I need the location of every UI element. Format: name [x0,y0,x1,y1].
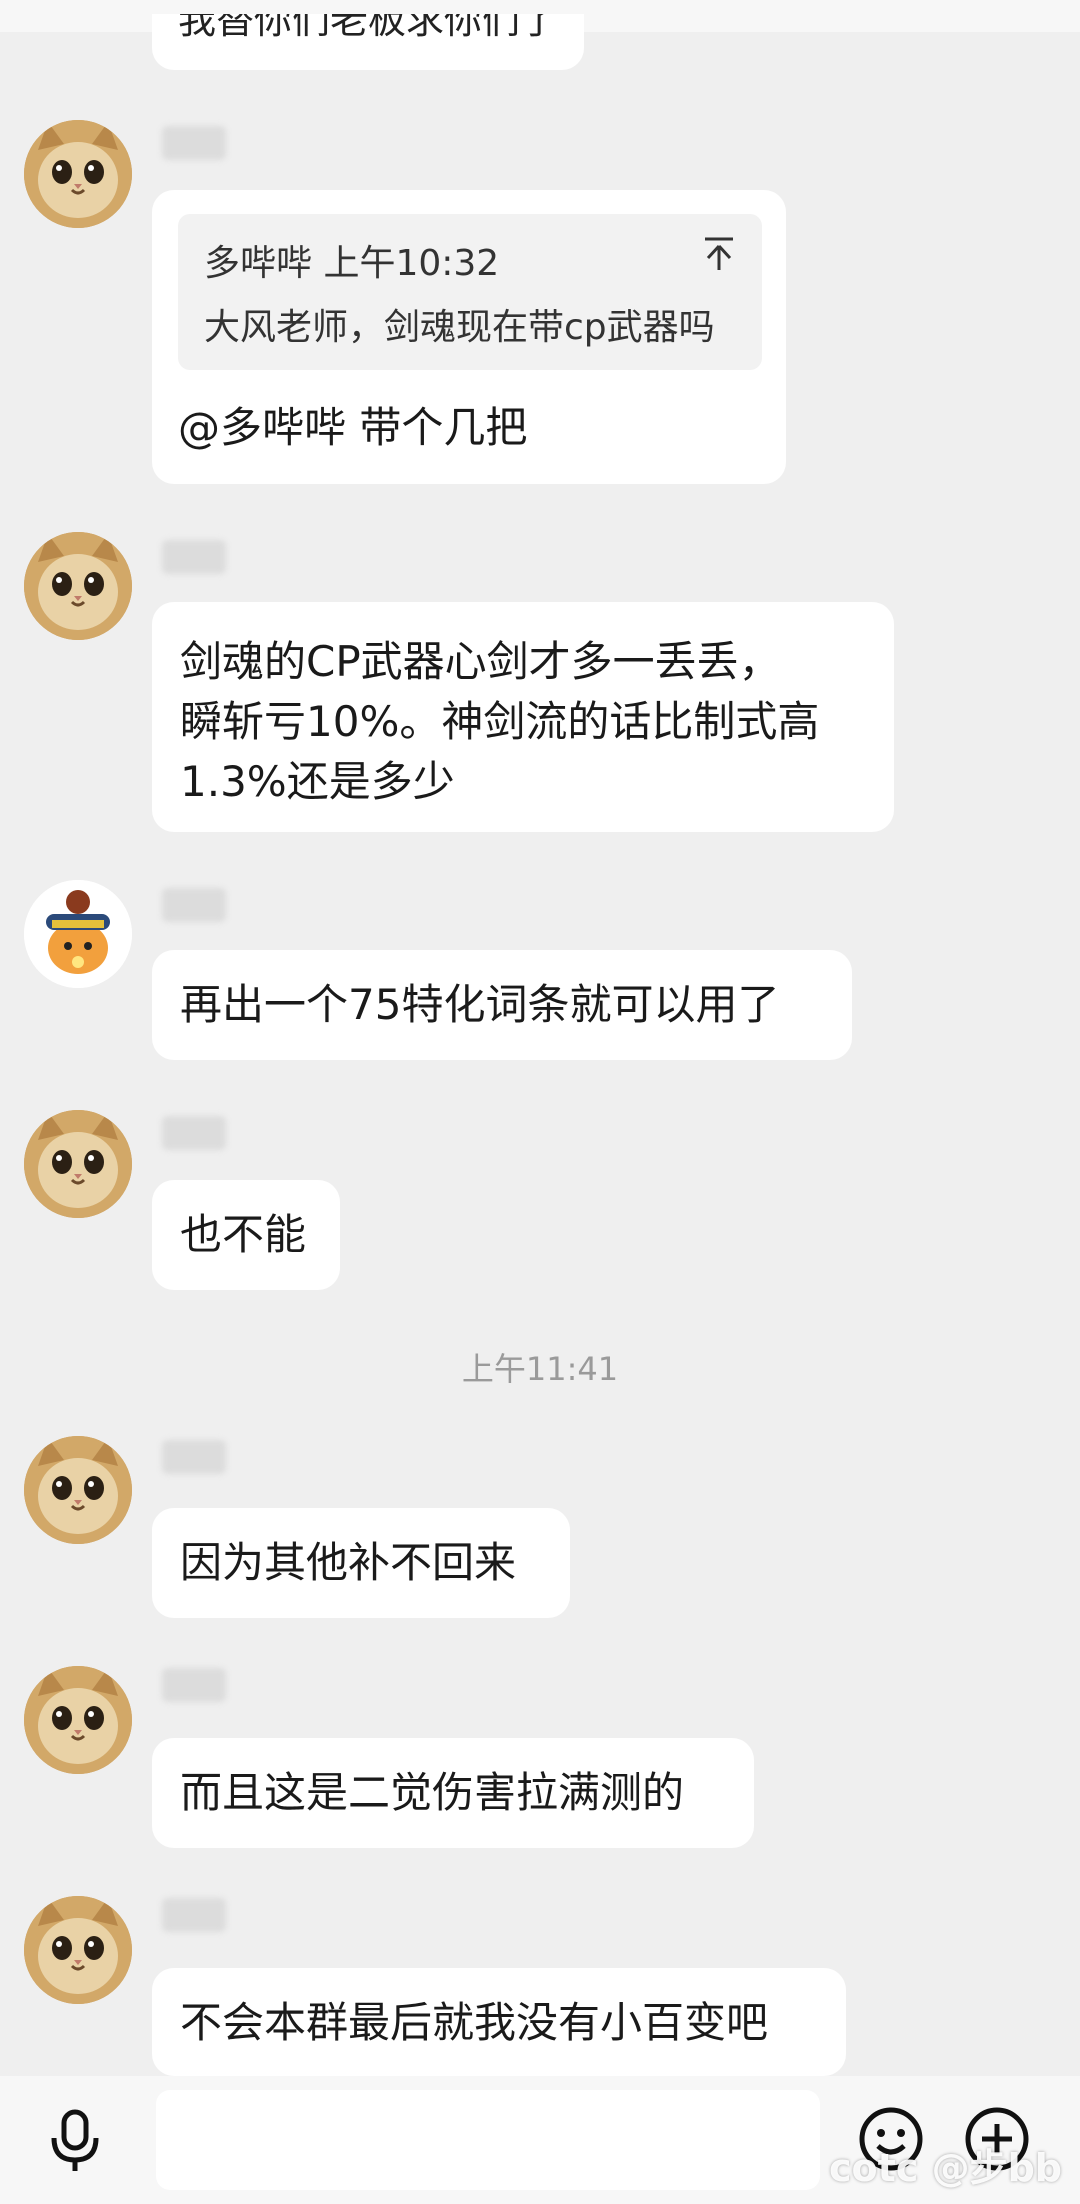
reply-text: @多哔哔 带个几把 [178,398,527,458]
message-bubble[interactable]: 也不能 [152,1180,340,1290]
message-text: 再出一个75特化词条就可以用了 [180,980,780,1029]
sender-name-blurred [162,126,226,160]
message-line: 1.3%还是多少 [180,757,455,806]
sender-name-blurred [162,1440,226,1474]
avatar-cat[interactable] [24,1896,132,2004]
cut-off-message-bubble[interactable]: 我替你们老板求你们了 [152,14,585,70]
cat-avatar-icon [24,1666,132,1774]
quoted-message[interactable]: 多哔哔 上午10:32 大风老师，剑魂现在带cp武器吗 [178,214,762,370]
message-bubble[interactable]: 不会本群最后就我没有小百变吧 [152,1968,846,2076]
message-text: 因为其他补不回来 [180,1538,517,1587]
sender-name-blurred [162,1898,226,1932]
message-line: 瞬斩亏10%。神剑流的话比制式高 [180,697,820,746]
message-text: 也不能 [180,1210,307,1259]
message-text: 不会本群最后就我没有小百变吧 [180,1998,769,2047]
timestamp-divider: 上午11:41 [461,1350,619,1388]
microphone-icon[interactable] [44,2108,106,2174]
message-bubble[interactable]: 再出一个75特化词条就可以用了 [152,950,852,1060]
cartoon-avatar-icon [24,880,132,988]
sender-name-blurred [162,1668,226,1702]
message-bubble[interactable]: 因为其他补不回来 [152,1508,570,1618]
cat-avatar-icon [24,120,132,228]
avatar-cat[interactable] [24,120,132,228]
message-text: 而且这是二觉伤害拉满测的 [180,1768,685,1817]
sender-name-blurred [162,888,226,922]
cat-avatar-icon [24,1110,132,1218]
sender-name-blurred [162,540,226,574]
quoted-time: 上午10:32 [323,243,500,284]
avatar-cartoon[interactable] [24,880,132,988]
cat-avatar-icon [24,532,132,640]
avatar-cat[interactable] [24,1436,132,1544]
input-bar: cotc @步bb [0,2076,1080,2204]
cat-avatar-icon [24,1436,132,1544]
cat-avatar-icon [24,1896,132,2004]
cut-off-message-text: 我替你们老板求你们了 [178,14,559,42]
reply-text-content: @多哔哔 带个几把 [178,403,528,452]
pin-top-icon[interactable] [702,236,736,281]
message-bubble[interactable]: 剑魂的CP武器心剑才多一丢丢， 瞬斩亏10%。神剑流的话比制式高 1.3%还是多… [152,602,894,832]
quoted-sender: 多哔哔 [204,243,313,284]
watermark: cotc @步bb [829,2146,1062,2190]
message-bubble[interactable]: 而且这是二觉伤害拉满测的 [152,1738,754,1848]
message-line: 剑魂的CP武器心剑才多一丢丢， [180,637,781,686]
quoted-text: 大风老师，剑魂现在带cp武器吗 [204,307,715,348]
avatar-cat[interactable] [24,1666,132,1774]
message-input[interactable] [156,2090,820,2190]
avatar-cat[interactable] [24,532,132,640]
sender-name-blurred [162,1116,226,1150]
avatar-cat[interactable] [24,1110,132,1218]
